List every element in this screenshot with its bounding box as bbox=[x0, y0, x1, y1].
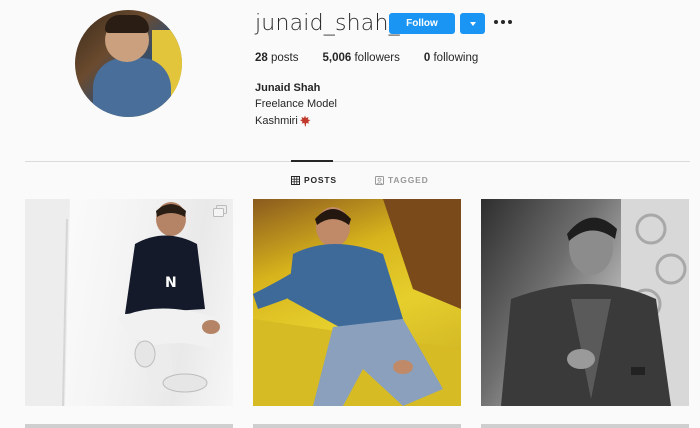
tab-posts-label: POSTS bbox=[304, 175, 337, 185]
grid-icon bbox=[291, 175, 300, 185]
active-tab-indicator bbox=[291, 160, 333, 162]
bio-line-2: Kashmiri bbox=[255, 115, 311, 127]
dot bbox=[508, 20, 512, 24]
following-count: 0 bbox=[423, 52, 431, 64]
bio-line-2-text: Kashmiri bbox=[255, 115, 298, 127]
posts-count: 28 bbox=[255, 52, 268, 64]
tab-tagged-label: TAGGED bbox=[388, 175, 429, 185]
post-thumbnail-partial[interactable] bbox=[25, 424, 233, 428]
tag-icon bbox=[375, 175, 384, 185]
post-image bbox=[501, 199, 689, 406]
tabs-divider bbox=[25, 161, 690, 162]
multiple-images-icon bbox=[213, 205, 227, 217]
tab-tagged[interactable]: TAGGED bbox=[375, 175, 429, 185]
followers-count: 5,006 bbox=[322, 52, 352, 64]
posts-stat: 28 posts bbox=[255, 52, 299, 64]
profile-avatar[interactable] bbox=[75, 10, 182, 117]
post-image bbox=[253, 199, 461, 406]
followers-stat[interactable]: 5,006 followers bbox=[323, 52, 400, 64]
post-thumbnail-partial[interactable] bbox=[253, 424, 461, 428]
following-label: following bbox=[433, 52, 479, 64]
post-image: N bbox=[25, 199, 220, 406]
bio-line-1: Freelance Model bbox=[255, 98, 337, 110]
avatar-hair bbox=[105, 15, 149, 33]
avatar-body bbox=[93, 58, 171, 117]
dot bbox=[494, 20, 498, 24]
profile-stats: 28 posts 5,006 followers 0 following bbox=[255, 52, 502, 64]
post-thumbnail[interactable]: N bbox=[25, 199, 233, 406]
post-thumbnail[interactable] bbox=[481, 199, 689, 406]
chevron-down-icon bbox=[469, 21, 476, 26]
profile-full-name: Junaid Shah bbox=[255, 82, 321, 94]
follow-button[interactable]: Follow bbox=[389, 13, 455, 34]
tab-posts[interactable]: POSTS bbox=[291, 175, 337, 185]
more-options-icon[interactable] bbox=[494, 20, 512, 24]
following-stat[interactable]: 0 following bbox=[424, 52, 478, 64]
posts-label: posts bbox=[271, 52, 299, 64]
maple-leaf-icon bbox=[299, 115, 311, 127]
svg-text:N: N bbox=[165, 275, 177, 291]
followers-label: followers bbox=[354, 52, 400, 64]
post-thumbnail-partial[interactable] bbox=[481, 424, 689, 428]
suggestions-dropdown-button[interactable] bbox=[460, 13, 485, 34]
dot bbox=[501, 20, 505, 24]
post-thumbnail[interactable] bbox=[253, 199, 461, 406]
